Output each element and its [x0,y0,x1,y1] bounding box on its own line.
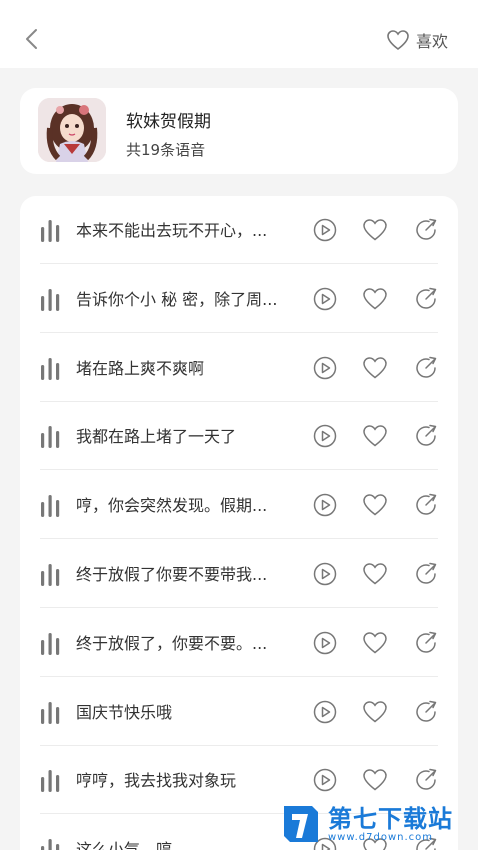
play-icon[interactable] [313,424,337,448]
voice-title: 国庆节快乐哦 [76,702,173,722]
voice-row[interactable]: 终于放假了你要不要带我... [40,540,438,608]
album-title: 软妹贺假期 [126,112,211,132]
play-icon[interactable] [313,768,337,792]
favorite-button[interactable]: 喜欢 [386,26,448,54]
heart-icon[interactable] [362,768,388,792]
heart-icon[interactable] [362,424,388,448]
heart-icon [387,30,409,51]
share-icon[interactable] [414,492,440,518]
heart-icon[interactable] [362,287,388,311]
voice-row[interactable]: 终于放假了，你要不要。... [40,609,438,677]
audio-bars-icon [41,839,60,850]
voice-row[interactable]: 堵在路上爽不爽啊 [40,334,438,402]
anime-girl-avatar-icon [38,98,106,162]
watermark-title: 第七下载站 [328,805,453,833]
audio-bars-icon [41,426,60,449]
play-icon[interactable] [313,218,337,242]
audio-bars-icon [41,564,60,586]
audio-bars-icon [41,288,60,311]
voice-title: 哼，你会突然发现。假期... [76,496,268,516]
play-icon[interactable] [313,356,337,380]
album-card: 软妹贺假期 共19条语音 [20,88,458,174]
audio-bars-icon [41,357,60,380]
voice-title: 堵在路上爽不爽啊 [76,358,205,378]
audio-bars-icon [41,495,60,518]
favorite-label: 喜欢 [415,32,448,51]
voice-title: 终于放假了你要不要带我... [76,565,268,584]
watermark-url: www.d7down.com [328,832,434,843]
share-icon[interactable] [414,217,440,243]
watermark: 第七下载站 www.d7down.com [278,800,478,850]
voice-title: 这么小气，哼 [76,840,173,850]
play-icon[interactable] [313,700,337,724]
share-icon[interactable] [414,561,440,587]
watermark-logo-icon [284,806,318,842]
album-avatar [38,98,106,162]
heart-icon[interactable] [362,562,388,586]
top-bar: 喜欢 [0,0,478,68]
back-icon[interactable] [18,24,46,54]
play-icon[interactable] [313,287,337,311]
heart-icon[interactable] [362,218,388,242]
heart-icon[interactable] [362,700,388,724]
voice-row[interactable]: 告诉你个小 秘 密，除了周... [40,265,438,333]
play-icon[interactable] [313,493,337,517]
play-icon[interactable] [313,562,337,586]
share-icon[interactable] [414,699,440,725]
share-icon[interactable] [414,630,440,656]
audio-bars-icon [41,632,60,655]
voice-row[interactable]: 哼，你会突然发现。假期... [40,471,440,540]
audio-bars-icon [41,701,60,724]
share-icon[interactable] [414,286,440,312]
album-count: 共19条语音 [126,141,206,159]
voice-title: 哼哼，我去找我对象玩 [76,771,237,791]
audio-bars-icon [41,770,60,793]
voice-title: 终于放假了，你要不要。... [76,633,268,653]
share-icon[interactable] [414,767,440,793]
heart-icon[interactable] [362,493,388,517]
heart-icon[interactable] [362,631,388,655]
audio-bars-icon [41,220,60,242]
share-icon[interactable] [414,355,440,381]
voice-list: 本来不能出去玩不开心，... 告诉你个小 秘 密，除了周... 堵在路上爽不爽啊我都… [20,196,458,850]
voice-title: 本来不能出去玩不开心，... [76,221,268,240]
play-icon[interactable] [313,631,337,655]
voice-row[interactable]: 本来不能出去玩不开心，... [40,196,438,264]
heart-icon[interactable] [362,356,388,380]
voice-title: 我都在路上堵了一天了 [76,427,237,447]
voice-title: 告诉你个小 秘 密，除了周... [76,289,278,309]
voice-row[interactable]: 我都在路上堵了一天了 [40,402,440,471]
share-icon[interactable] [414,423,440,449]
voice-row[interactable]: 国庆节快乐哦 [40,678,438,746]
